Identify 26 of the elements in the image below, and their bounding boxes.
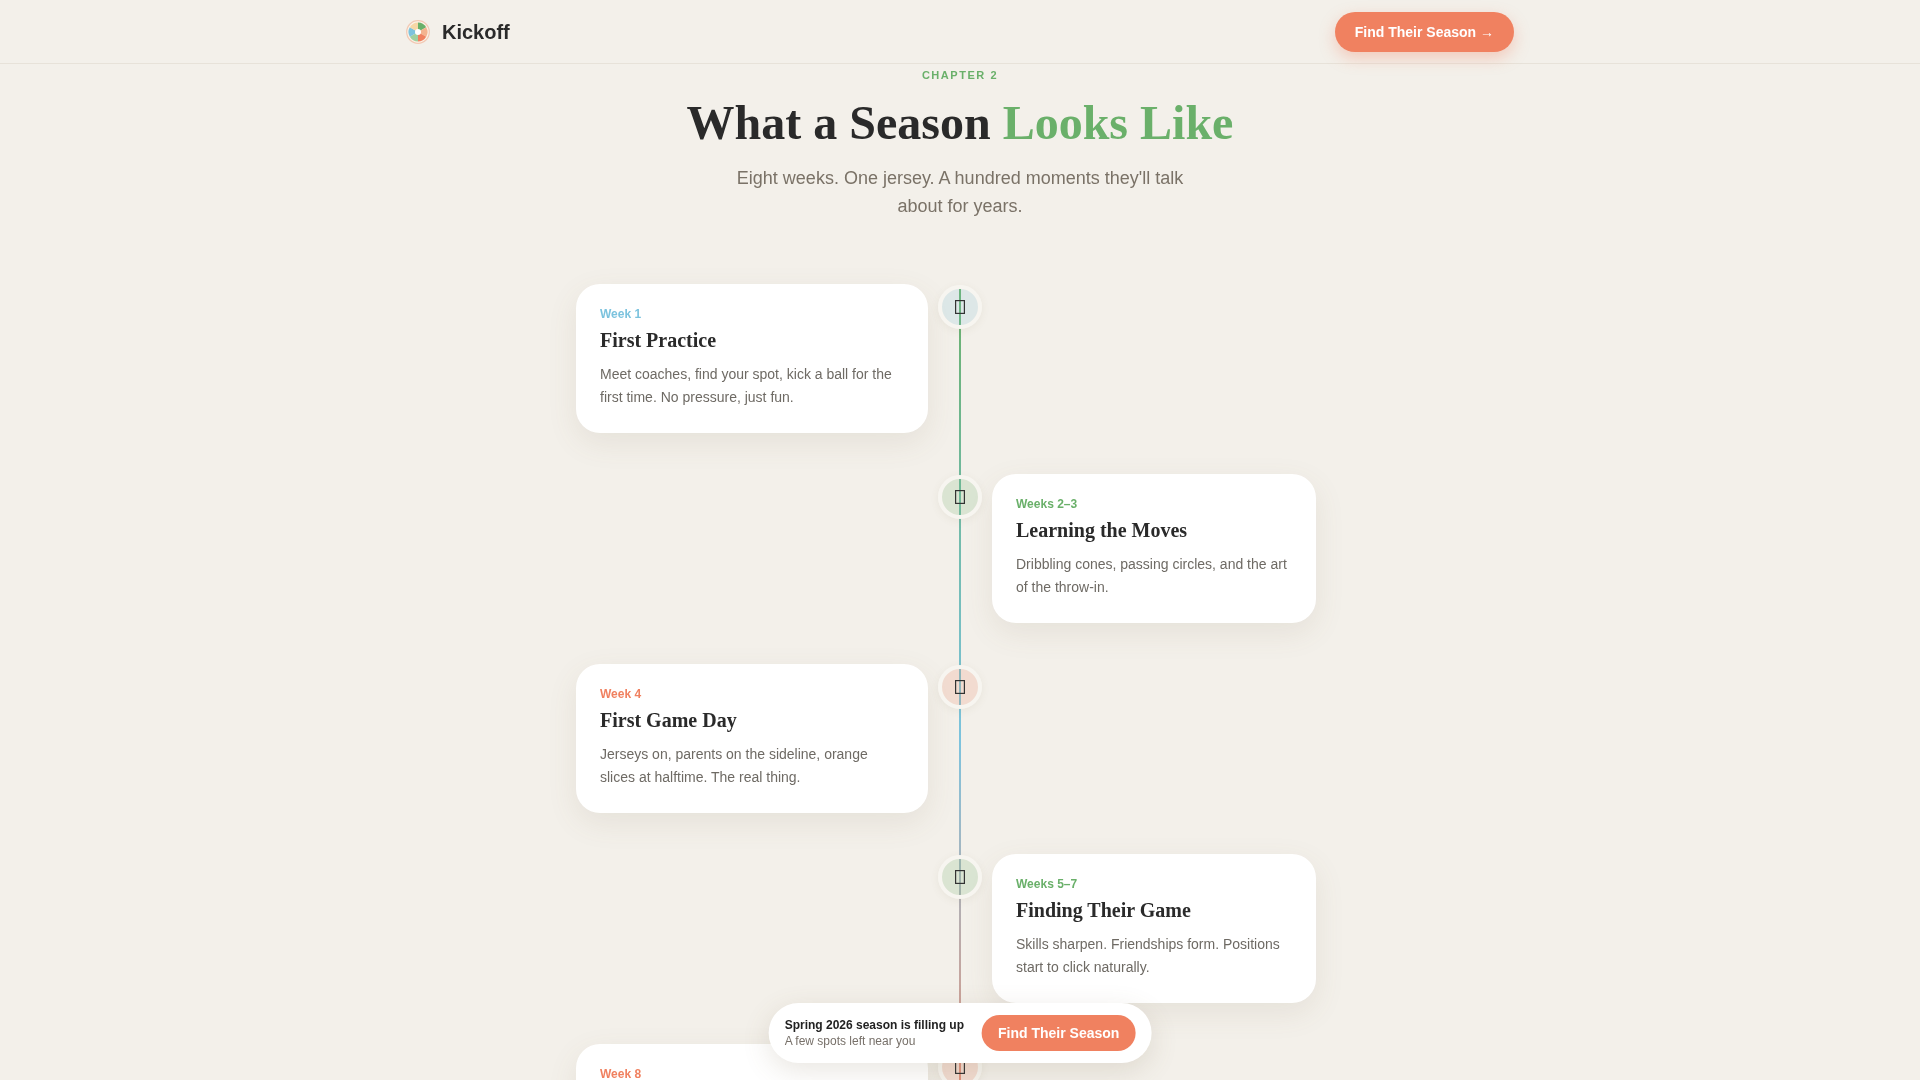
banner-subtitle: A few spots left near you bbox=[784, 1033, 917, 1049]
brand-name: Kickoff bbox=[442, 19, 510, 45]
card-title: First Game Day bbox=[600, 708, 738, 734]
week-label: Weeks 2–3 bbox=[1016, 496, 1079, 512]
chapter-eyebrow: CHAPTER 2 bbox=[921, 68, 999, 83]
card-title: Learning the Moves bbox=[1016, 518, 1189, 544]
rectangle-outline-icon bbox=[955, 490, 965, 504]
week-label: Week 8 bbox=[600, 1066, 643, 1080]
week-label: Week 1 bbox=[600, 306, 643, 322]
cta-button[interactable]: Find Their Season → bbox=[1334, 11, 1514, 52]
card-title: First Practice bbox=[600, 328, 718, 353]
card-title: Finding Their Game bbox=[1016, 898, 1192, 924]
week-label: Weeks 5–7 bbox=[1016, 876, 1079, 892]
rectangle-outline-icon bbox=[955, 300, 965, 314]
rectangle-outline-icon bbox=[955, 680, 965, 694]
rectangle-outline-icon bbox=[955, 870, 965, 884]
card-description: Skills sharpen. Friendships form. Positions start to click naturally. bbox=[1016, 935, 1281, 977]
page-subtitle: Eight weeks. One jersey. A hundred moments they'll talk about for years. bbox=[735, 167, 1185, 218]
card-description: Meet coaches, find your spot, kick a ball for the first time. No pressure, just fun. bbox=[600, 365, 893, 407]
banner-title: Spring 2026 season is filling up bbox=[784, 1017, 964, 1033]
banner-button[interactable]: Find Their Season bbox=[982, 1015, 1136, 1051]
week-label: Week 4 bbox=[600, 686, 643, 702]
page-heading: What a Season Looks Like bbox=[686, 95, 1234, 151]
card-description: Dribbling cones, passing circles, and the art of the throw-in. bbox=[1016, 555, 1288, 597]
card-description: Jerseys on, parents on the sideline, orange slices at halftime. The real thing. bbox=[600, 745, 869, 787]
ball-logo-icon bbox=[406, 19, 430, 44]
